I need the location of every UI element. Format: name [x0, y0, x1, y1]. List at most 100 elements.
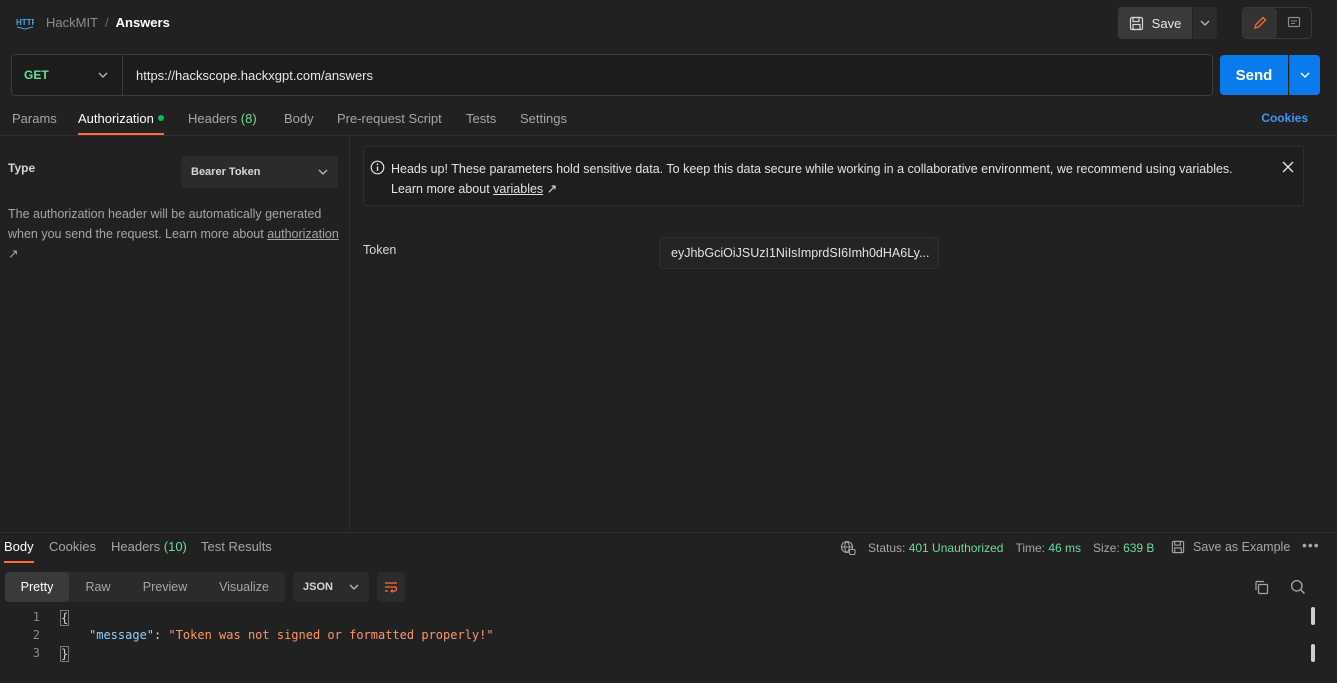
pencil-icon [1254, 16, 1267, 29]
send-button[interactable]: Send [1220, 55, 1288, 95]
close-brace: } [60, 646, 70, 662]
status-value[interactable]: 401 Unauthorized [909, 541, 1004, 555]
info-icon [370, 160, 385, 175]
response-tab-body[interactable]: Body [4, 539, 34, 554]
tab-authorization[interactable]: Authorization [78, 111, 164, 126]
active-tab-underline [78, 133, 164, 135]
response-format-tabs: Pretty Raw Preview Visualize [5, 572, 285, 602]
http-method-value: GET [24, 68, 49, 82]
variables-docs-link[interactable]: variables [493, 182, 543, 196]
copy-icon[interactable] [1254, 580, 1269, 595]
wrap-lines-icon [385, 581, 398, 593]
response-tab-test-results[interactable]: Test Results [201, 539, 272, 554]
scrollbar-thumb[interactable] [1311, 644, 1315, 662]
url-input[interactable] [123, 55, 1212, 95]
http-method-select[interactable]: GET [12, 55, 123, 95]
response-language-value: JSON [303, 581, 333, 593]
token-input[interactable]: eyJhbGciOiJSUzI1NiIsImprdSI6Imh0dHA6Ly..… [659, 237, 939, 269]
more-options-icon[interactable]: ••• [1302, 537, 1320, 553]
save-options-dropdown[interactable] [1193, 7, 1217, 39]
time-label: Time: [1015, 541, 1045, 555]
network-globe-icon[interactable] [840, 540, 856, 556]
edit-mode-button[interactable] [1243, 8, 1277, 38]
response-language-select[interactable]: JSON [293, 572, 369, 602]
code-line-2: "message": "Token was not signed or form… [89, 628, 494, 642]
save-disk-icon [1171, 540, 1185, 554]
tab-params[interactable]: Params [12, 111, 57, 126]
request-url-bar: GET [11, 54, 1213, 96]
tab-authorization-label: Authorization [78, 111, 154, 126]
header-bar: HTTP HackMIT / Answers Save [0, 0, 1337, 46]
active-tab-underline [4, 561, 34, 563]
cookies-link[interactable]: Cookies [1261, 111, 1308, 125]
size-value[interactable]: 639 B [1123, 541, 1154, 555]
http-request-icon: HTTP [16, 18, 34, 30]
auth-type-panel: Type Bearer Token The authorization head… [0, 136, 350, 530]
response-meta: Status: 401 Unauthorized Time: 46 ms Siz… [840, 540, 1154, 556]
breadcrumb-request-name[interactable]: Answers [116, 15, 170, 30]
response-tab-headers-label: Headers [111, 539, 161, 554]
tab-body[interactable]: Body [284, 111, 314, 126]
json-string-value: "Token was not signed or formatted prope… [168, 628, 494, 642]
save-disk-icon [1129, 16, 1143, 30]
token-label: Token [363, 243, 397, 257]
send-button-label: Send [1235, 66, 1273, 84]
chevron-down-icon [98, 72, 108, 78]
auth-type-select[interactable]: Bearer Token [181, 156, 338, 188]
format-preview[interactable]: Preview [129, 572, 201, 602]
chevron-down-icon [349, 584, 359, 590]
tab-pre-request-script[interactable]: Pre-request Script [337, 111, 442, 126]
tab-tests[interactable]: Tests [466, 111, 496, 126]
comment-icon [1287, 16, 1301, 28]
response-tab-headers-count: (10) [163, 539, 187, 554]
status-label: Status: [868, 541, 906, 555]
format-visualize[interactable]: Visualize [205, 572, 283, 602]
response-tabs: Body Cookies Headers (10) Test Results S… [0, 532, 1337, 564]
external-link-icon: ↗ [8, 247, 19, 261]
scrollbar-thumb[interactable] [1311, 607, 1315, 625]
authorization-docs-link[interactable]: authorization [267, 227, 339, 241]
auth-description: The authorization header will be automat… [8, 204, 343, 264]
format-pretty[interactable]: Pretty [5, 572, 69, 602]
json-colon: : [154, 628, 169, 642]
search-icon[interactable] [1290, 579, 1306, 595]
save-as-example-button[interactable]: Save as Example [1171, 540, 1290, 554]
save-button[interactable]: Save [1118, 7, 1192, 39]
line-number: 1 [32, 610, 40, 624]
auth-type-label: Type [8, 161, 36, 175]
banner-learn-more-text: Learn more about [391, 182, 494, 196]
save-as-example-label: Save as Example [1193, 540, 1291, 554]
code-line-1: { [60, 610, 70, 626]
chevron-down-icon [1300, 72, 1310, 78]
external-link-icon: ↗ [546, 182, 558, 196]
breadcrumb-separator: / [105, 15, 109, 30]
tab-headers[interactable]: Headers (8) [188, 111, 257, 126]
svg-text:HTTP: HTTP [16, 18, 34, 27]
response-tab-headers[interactable]: Headers (10) [111, 539, 187, 554]
size-label: Size: [1093, 541, 1120, 555]
format-raw[interactable]: Raw [71, 572, 125, 602]
chevron-down-icon [1200, 20, 1210, 26]
close-icon[interactable] [1282, 161, 1294, 173]
banner-text: Heads up! These parameters hold sensitiv… [391, 162, 1233, 176]
wrap-lines-button[interactable] [377, 572, 405, 602]
comments-button[interactable] [1277, 8, 1311, 38]
send-options-dropdown[interactable] [1289, 55, 1320, 95]
banner-message: Heads up! These parameters hold sensitiv… [391, 159, 1271, 199]
breadcrumb-workspace[interactable]: HackMIT [46, 15, 98, 30]
sensitive-data-banner: Heads up! These parameters hold sensitiv… [363, 146, 1304, 206]
token-value: eyJhbGciOiJSUzI1NiIsImprdSI6Imh0dHA6Ly..… [671, 246, 930, 260]
request-tabs: Params Authorization Headers (8) Body Pr… [0, 104, 1337, 136]
code-line-3: } [60, 646, 70, 662]
view-mode-toggle [1242, 7, 1312, 39]
tab-headers-label: Headers [188, 111, 238, 126]
line-number: 3 [32, 646, 40, 660]
chevron-down-icon [318, 169, 328, 175]
auth-type-value: Bearer Token [191, 166, 261, 178]
response-body-code[interactable]: 1 2 3 { "message": "Token was not signed… [0, 607, 1320, 683]
open-brace: { [60, 610, 70, 626]
tab-settings[interactable]: Settings [520, 111, 567, 126]
time-value[interactable]: 46 ms [1048, 541, 1081, 555]
breadcrumb: HackMIT / Answers [46, 15, 170, 30]
response-tab-cookies[interactable]: Cookies [49, 539, 96, 554]
